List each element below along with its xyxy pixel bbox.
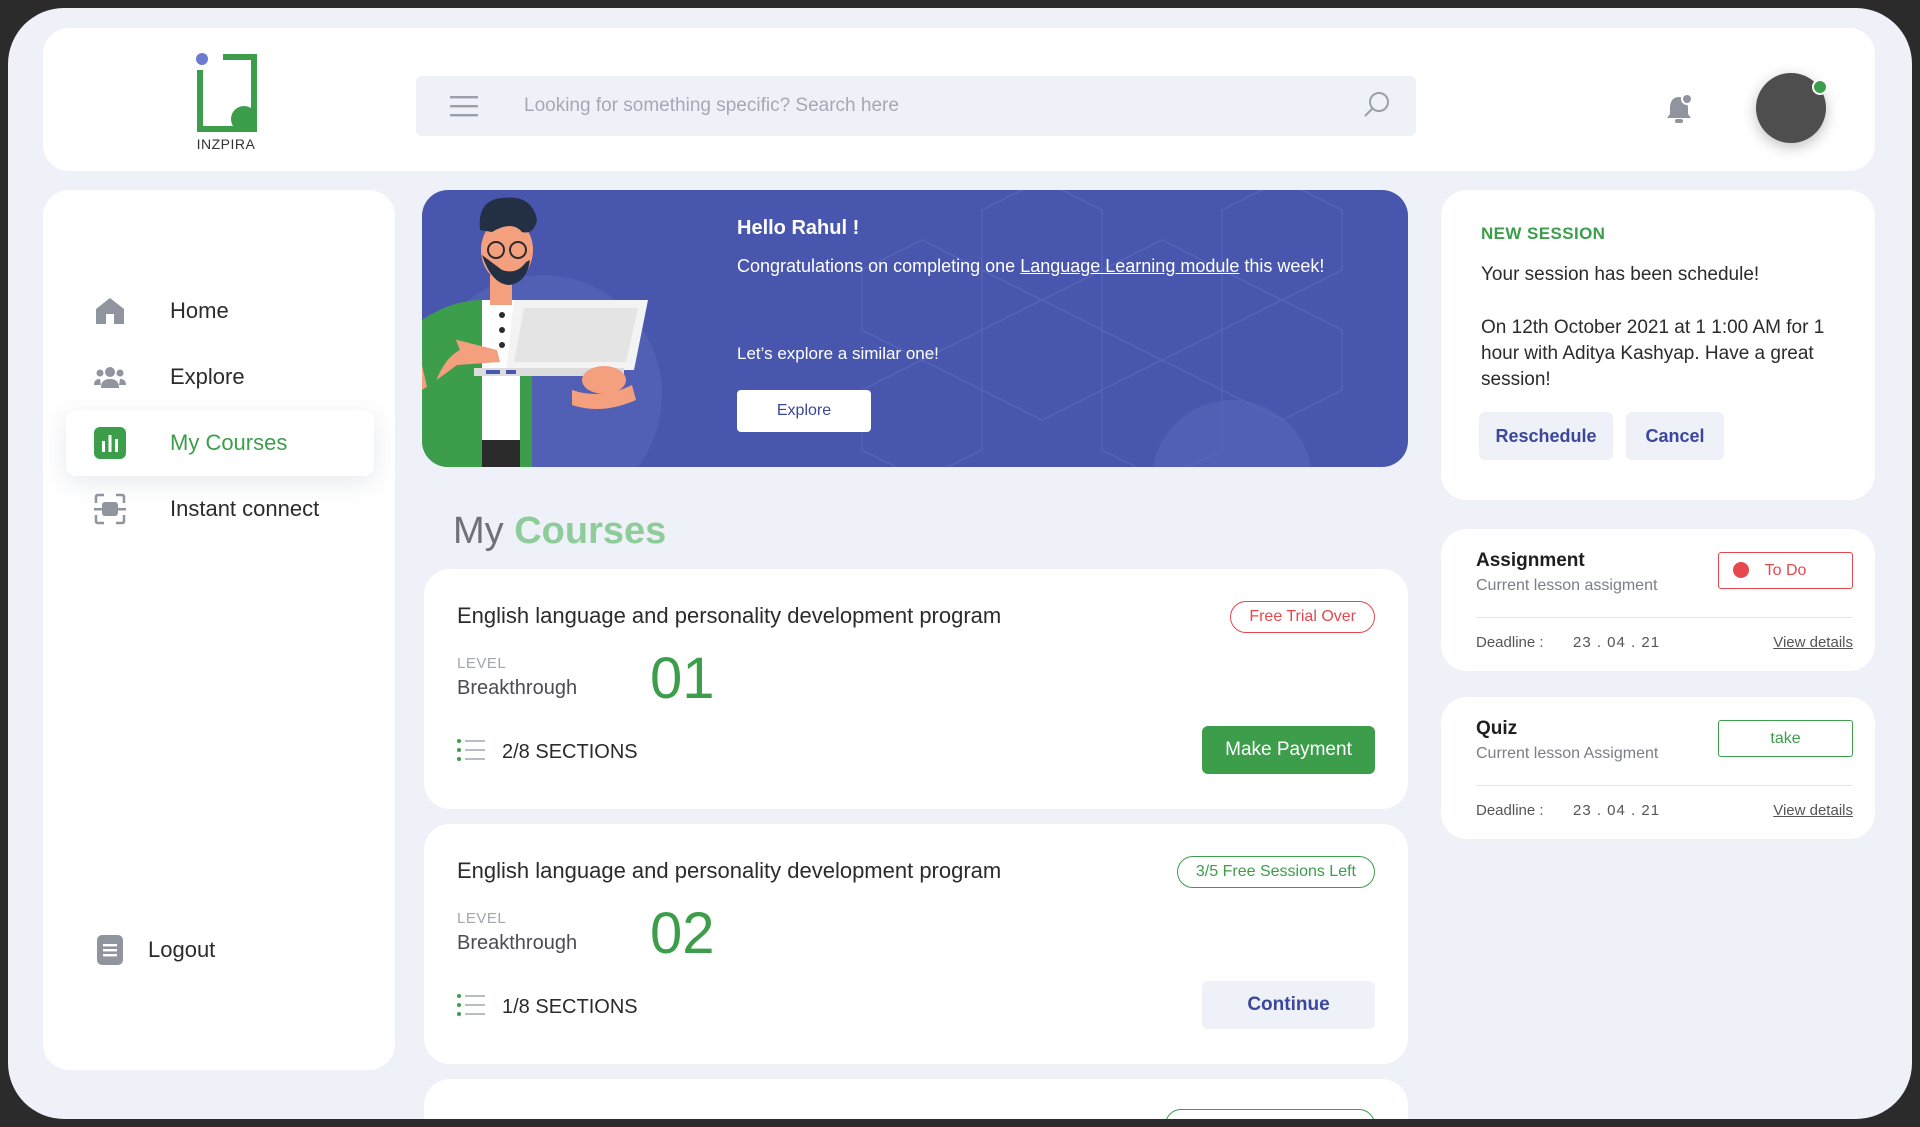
task-subtitle: Current lesson assigment: [1476, 577, 1658, 594]
task-title: Quiz: [1476, 718, 1518, 739]
sidebar-item-label: My Courses: [170, 430, 288, 455]
course-status-badge: 3/5 Free Sessions Left: [1176, 856, 1375, 888]
top-bar: INZPIRA Looking for something specific? …: [43, 28, 1875, 171]
logout-button[interactable]: Logout: [66, 917, 374, 983]
bar-chart-icon: [94, 427, 126, 459]
course-card[interactable]: English language and personality develop…: [424, 824, 1408, 1064]
heading-prefix: My: [453, 510, 504, 552]
make-payment-button[interactable]: Make Payment: [1202, 726, 1375, 774]
online-status-dot: [1812, 79, 1828, 95]
banner-message-suffix: this week!: [1239, 256, 1325, 276]
users-icon: [94, 367, 126, 388]
sidebar-item-instant-connect[interactable]: Instant connect: [66, 476, 374, 542]
sections-progress: 2/8 SECTIONS: [502, 741, 638, 763]
session-status: Your session has been schedule!: [1481, 264, 1760, 285]
continue-button[interactable]: Continue: [1202, 981, 1375, 1029]
brand-name: INZPIRA: [196, 136, 256, 152]
logout-label: Logout: [148, 937, 216, 962]
divider: [1476, 785, 1853, 786]
sidebar-item-label: Explore: [170, 364, 245, 389]
deadline-label: Deadline :: [1476, 634, 1544, 651]
explore-button[interactable]: Explore: [737, 390, 871, 432]
banner-subtext: Let’s explore a similar one!: [737, 344, 939, 363]
level-label: LEVEL: [457, 910, 507, 927]
deadline-date: 23 . 04 . 21: [1573, 634, 1661, 651]
sidebar-item-label: Instant connect: [170, 496, 320, 521]
level-name: Breakthrough: [457, 677, 578, 699]
hamburger-menu-icon[interactable]: [450, 94, 478, 118]
welcome-banner: Hello Rahul ! Congratulations on complet…: [422, 190, 1408, 467]
sidebar-item-label: Home: [170, 298, 229, 323]
teacher-illustration: [422, 197, 648, 467]
notification-bell-icon[interactable]: [1663, 92, 1695, 126]
session-details: On 12th October 2021 at 1 1:00 AM for 1 …: [1481, 317, 1825, 390]
app-frame: INZPIRA Looking for something specific? …: [8, 8, 1912, 1119]
level-label: LEVEL: [457, 655, 507, 672]
search-bar[interactable]: Looking for something specific? Search h…: [416, 76, 1416, 136]
sidebar: Home Explore My Courses Instant connect …: [43, 190, 395, 1070]
new-session-card: NEW SESSION Your session has been schedu…: [1441, 190, 1875, 500]
check-circle-icon: [1733, 562, 1749, 578]
my-courses-heading: My Courses: [453, 510, 666, 553]
task-subtitle: Current lesson Assigment: [1476, 745, 1659, 762]
banner-greeting: Hello Rahul !: [737, 217, 860, 239]
home-icon: [96, 298, 124, 324]
banner-message-prefix: Congratulations on completing one: [737, 256, 1021, 276]
brand-logo[interactable]: INZPIRA: [181, 48, 271, 158]
search-icon[interactable]: [1362, 90, 1392, 120]
heading-accent: Courses: [514, 510, 667, 552]
view-details-link[interactable]: View details: [1773, 634, 1853, 651]
assignment-card: Assignment Current lesson assigment To D…: [1441, 529, 1875, 671]
quiz-card: Quiz Current lesson Assigment take Deadl…: [1441, 697, 1875, 839]
course-title: English language and personality develop…: [457, 603, 1002, 628]
todo-button[interactable]: To Do: [1718, 552, 1853, 589]
user-avatar[interactable]: [1756, 73, 1828, 143]
sidebar-item-explore[interactable]: Explore: [66, 344, 374, 410]
course-status-badge: [1165, 1109, 1375, 1119]
reschedule-button[interactable]: Reschedule: [1479, 412, 1613, 460]
divider: [1476, 617, 1853, 618]
sections-list-icon: [457, 994, 485, 1016]
sidebar-item-my-courses[interactable]: My Courses: [66, 410, 374, 476]
sidebar-item-home[interactable]: Home: [66, 278, 374, 344]
course-title: English language and personality develop…: [457, 858, 1002, 883]
take-quiz-button[interactable]: take: [1718, 720, 1853, 757]
sections-list-icon: [457, 739, 485, 761]
course-card[interactable]: English language and personality develop…: [424, 569, 1408, 809]
language-learning-link[interactable]: Language Learning module: [1020, 256, 1239, 276]
session-heading: NEW SESSION: [1481, 224, 1606, 243]
deadline-label: Deadline :: [1476, 802, 1544, 819]
task-title: Assignment: [1476, 550, 1585, 571]
view-details-link[interactable]: View details: [1773, 802, 1853, 819]
course-number: 01: [650, 646, 715, 711]
todo-label: To Do: [1764, 562, 1807, 579]
course-status-badge: Free Trial Over: [1230, 601, 1375, 633]
course-number: 02: [650, 901, 715, 966]
document-icon: [97, 935, 123, 965]
search-input[interactable]: Looking for something specific? Search h…: [524, 95, 899, 117]
course-card[interactable]: [424, 1079, 1408, 1119]
deadline-date: 23 . 04 . 21: [1573, 802, 1661, 819]
sections-progress: 1/8 SECTIONS: [502, 996, 638, 1018]
level-name: Breakthrough: [457, 932, 578, 954]
banner-message: Congratulations on completing one Langua…: [737, 250, 1337, 282]
logo-icon: [196, 53, 257, 132]
cancel-button[interactable]: Cancel: [1626, 412, 1724, 460]
scan-icon: [94, 493, 126, 525]
